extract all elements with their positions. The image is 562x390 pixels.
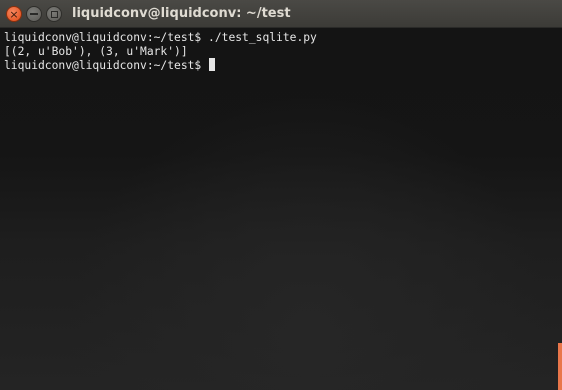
window-title: liquidconv@liquidconv: ~/test: [72, 6, 291, 21]
close-icon: ×: [9, 7, 19, 21]
command-line: liquidconv@liquidconv:~/test$ ./test_sql…: [4, 31, 317, 44]
prompt-text: liquidconv@liquidconv:~/test$: [4, 59, 209, 72]
scrollbar[interactable]: [558, 343, 562, 390]
maximize-icon: [50, 10, 58, 18]
text-cursor: [209, 58, 216, 71]
prompt-line[interactable]: liquidconv@liquidconv:~/test$: [4, 58, 558, 72]
title-bar[interactable]: × liquidconv@liquidconv: ~/test: [0, 0, 562, 28]
minimize-button[interactable]: [26, 6, 42, 22]
output-line: [(2, u'Bob'), (3, u'Mark')]: [4, 44, 188, 58]
terminal-output[interactable]: liquidconv@liquidconv:~/test$ ./test_sql…: [0, 28, 562, 390]
terminal-window: × liquidconv@liquidconv: ~/test liquidco…: [0, 0, 562, 390]
maximize-button[interactable]: [46, 6, 62, 22]
close-button[interactable]: ×: [6, 6, 22, 22]
minimize-icon: [30, 13, 38, 15]
